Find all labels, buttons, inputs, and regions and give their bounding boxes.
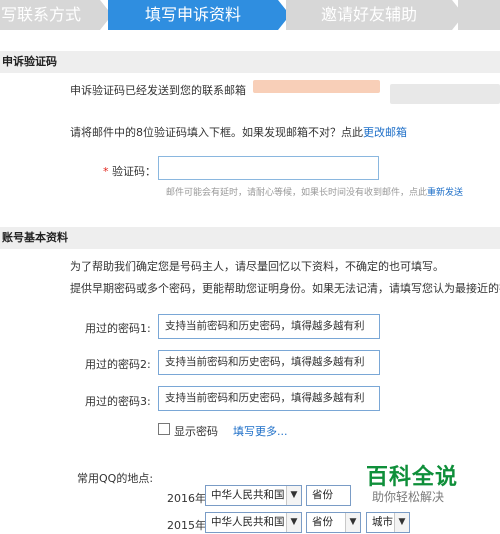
chevron-down-icon: ▼ [286,486,301,505]
code-sent-text: 申诉验证码已经发送到您的联系邮箱 [70,84,246,97]
verify-instruction: 请将邮件中的8位验证码填入下框。如果发现邮箱不对？点此更改邮箱 [70,124,407,140]
section-header-account-info: 账号基本资料 [0,227,500,249]
step-tab-invite-friends: 邀请好友辅助 [286,0,452,30]
instruction-text: 请将邮件中的8位验证码填入下框。如果发现邮箱不对？点此 [70,126,363,139]
watermark-tagline: 助你轻松解决 [372,490,445,504]
resend-hint-text: 邮件可能会有延时，请耐心等候，如果长时间没有收到邮件，点此 [166,188,428,198]
password-2-placeholder: 支持当前密码和历史密码，填得越多越有利 [165,356,365,368]
country-value: 中华人民共和国 [211,516,285,528]
chevron-down-icon: ▼ [286,513,301,532]
step-tabs: 写联系方式 填写申诉资料 邀请好友辅助 [0,0,500,32]
city-value: 城市 [372,516,393,528]
province-value: 省份 [312,489,333,501]
account-intro-2: 提供早期密码或多个密码，更能帮助您证明身份。如果无法记清，请填写您认为最接近的密 [70,282,500,295]
country-select-2016[interactable]: 中华人民共和国 ▼ [205,485,302,506]
location-year-2016: 2016年 [167,492,206,505]
password-2-input[interactable]: 支持当前密码和历史密码，填得越多越有利 [158,350,380,375]
account-intro-1: 为了帮助我们确定您是号码主人，请尽量回忆以下资料，不确定的也可填写。 [70,260,444,273]
code-label-text: 验证码： [112,165,156,178]
country-value: 中华人民共和国 [211,489,285,501]
city-select-2015[interactable]: 城市 ▼ [366,512,410,533]
fill-more-link[interactable]: 填写更多... [233,423,288,439]
password-1-input[interactable]: 支持当前密码和历史密码，填得越多越有利 [158,314,380,339]
show-password-checkbox[interactable] [158,423,170,435]
chevron-down-icon: ▼ [394,513,409,532]
province-select-2015[interactable]: 省份 ▼ [306,512,361,533]
section-header-verify-code: 申诉验证码 [0,51,500,73]
step-tab-contact: 写联系方式 [0,0,100,30]
password-3-placeholder: 支持当前密码和历史密码，填得越多越有利 [165,392,365,404]
password-2-label: 用过的密码2: [85,358,151,371]
section-title: 账号基本资料 [2,231,68,244]
show-password-label: 显示密码 [174,425,218,438]
change-email-link[interactable]: 更改邮箱 [363,126,407,139]
redacted-email [253,80,380,93]
verify-code-input[interactable] [158,156,379,180]
password-1-placeholder: 支持当前密码和历史密码，填得越多越有利 [165,320,365,332]
chevron-down-icon: ▼ [345,513,360,532]
password-1-label: 用过的密码1: [85,322,151,335]
watermark-logo-text: 百科全说 [366,465,459,490]
province-select-2016[interactable]: 省份 [306,485,351,506]
redacted-email-blur [390,84,500,104]
resend-hint: 邮件可能会有延时，请耐心等候，如果长时间没有收到邮件，点此重新发送 [166,185,463,198]
qq-location-label: 常用QQ的地点: [77,472,154,485]
step-tab-appeal-info: 填写申诉资料 [108,0,278,30]
step-label: 填写申诉资料 [144,5,241,24]
section-title: 申诉验证码 [2,55,57,68]
password-3-input[interactable]: 支持当前密码和历史密码，填得越多越有利 [158,386,380,411]
required-mark: * [103,165,109,178]
resend-link[interactable]: 重新发送 [427,188,463,198]
step-label: 写联系方式 [0,5,81,24]
step-label: 邀请好友辅助 [320,5,417,24]
password-3-label: 用过的密码3: [85,395,151,408]
step-tab-next [458,0,500,30]
code-label: * 验证码： [103,163,156,179]
location-year-2015: 2015年 [167,519,206,532]
province-value: 省份 [312,516,333,528]
country-select-2015[interactable]: 中华人民共和国 ▼ [205,512,302,533]
